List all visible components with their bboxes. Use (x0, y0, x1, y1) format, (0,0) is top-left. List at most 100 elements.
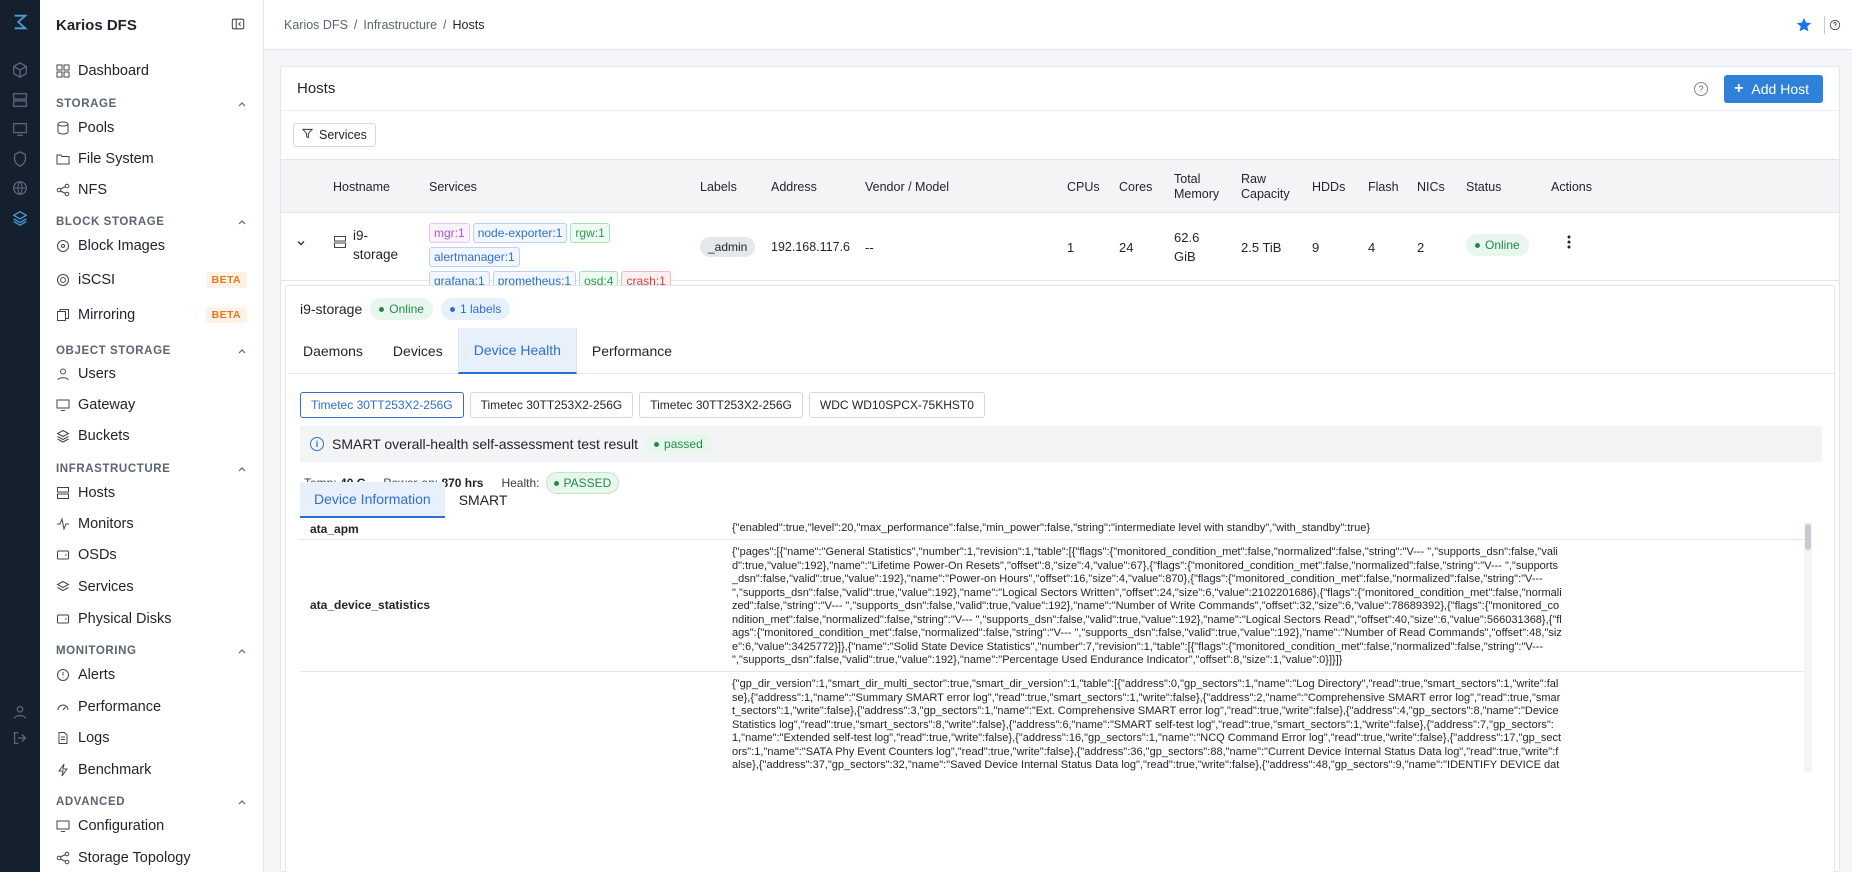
col-labels[interactable]: Labels (700, 180, 737, 195)
logout-icon[interactable] (10, 728, 30, 748)
sidebar-item-users[interactable]: Users (56, 362, 247, 386)
sidebar-item-buckets[interactable]: Buckets (56, 424, 247, 448)
passed-label: passed (664, 437, 703, 451)
table-row[interactable]: i9- storage mgr:1 node-exporter:1 rgw:1 aler… (281, 213, 1839, 291)
globe-icon[interactable] (10, 178, 30, 198)
detail-status-badge: Online (370, 298, 433, 320)
sidebar-item-physical-disks[interactable]: Physical Disks (56, 607, 247, 631)
hostname-line: i9- (353, 228, 369, 243)
cpus-cell: 1 (1067, 240, 1075, 255)
sidebar-item-label: Mirroring (78, 307, 136, 323)
breadcrumb-separator: / (353, 17, 358, 32)
app-title: Karios DFS (56, 16, 137, 34)
col-vendor[interactable]: Vendor / Model (865, 180, 949, 195)
cube-icon[interactable] (10, 60, 30, 80)
kv-key: ata_apm (310, 522, 359, 536)
section-infrastructure[interactable]: INFRASTRUCTURE (56, 461, 247, 477)
sidebar-item-configuration[interactable]: Configuration (56, 814, 247, 838)
sidebar-item-label: Dashboard (78, 63, 149, 79)
device-button[interactable]: Timetec 30TT253X2-256G (639, 392, 803, 418)
sidebar-item-file-system[interactable]: File System (56, 147, 247, 171)
sidebar-item-mirroring[interactable]: Mirroring BETA (56, 303, 247, 327)
breadcrumb-infrastructure[interactable]: Infrastructure (363, 18, 437, 32)
shield-icon[interactable] (10, 149, 30, 169)
more-vertical-icon[interactable] (1566, 234, 1572, 253)
collapse-sidebar-icon[interactable] (231, 17, 247, 33)
server-icon[interactable] (10, 90, 30, 110)
sidebar-item-benchmark[interactable]: Benchmark (56, 758, 247, 782)
user-icon[interactable] (10, 702, 30, 722)
col-cores[interactable]: Cores (1119, 180, 1152, 195)
sidebar-item-nfs[interactable]: NFS (56, 178, 247, 202)
sidebar-item-block-images[interactable]: Block Images (56, 234, 247, 258)
sidebar-item-performance[interactable]: Performance (56, 695, 247, 719)
col-services[interactable]: Services (429, 180, 477, 195)
chevron-up-icon (237, 217, 247, 227)
info-icon: i (310, 437, 324, 451)
alert-circle-icon (56, 668, 70, 682)
scrollbar-thumb[interactable] (1805, 524, 1811, 550)
chevron-down-icon[interactable] (295, 237, 307, 252)
layers-icon[interactable] (10, 208, 30, 228)
hostname-cell[interactable]: i9- storage (353, 226, 398, 264)
sidebar-item-monitors[interactable]: Monitors (56, 512, 247, 536)
col-hdds[interactable]: HDDs (1312, 180, 1345, 195)
col-cpus[interactable]: CPUs (1067, 180, 1100, 195)
section-advanced[interactable]: ADVANCED (56, 794, 247, 810)
sidebar-item-services[interactable]: Services (56, 575, 247, 599)
tab-device-health[interactable]: Device Health (457, 328, 577, 374)
sidebar-item-label: Benchmark (78, 762, 152, 778)
section-object-storage[interactable]: OBJECT STORAGE (56, 343, 247, 359)
tab-device-information[interactable]: Device Information (300, 482, 445, 518)
device-button[interactable]: WDC WD10SPCX-75KHST0 (808, 392, 985, 418)
sidebar-item-storage-topology[interactable]: Storage Topology (56, 846, 247, 870)
memory-line: GiB (1174, 249, 1196, 264)
help-icon[interactable] (1824, 15, 1842, 34)
sidebar-item-hosts[interactable]: Hosts (56, 481, 247, 505)
sidebar-item-logs[interactable]: Logs (56, 726, 247, 750)
breadcrumb-root[interactable]: Karios DFS (284, 18, 348, 32)
section-monitoring[interactable]: MONITORING (56, 643, 247, 659)
col-status[interactable]: Status (1466, 180, 1501, 195)
services-filter-button[interactable]: Services (293, 123, 376, 147)
logo-icon (10, 12, 30, 32)
scrollbar[interactable] (1804, 522, 1812, 772)
device-info-table: ata_apm {"enabled":true,"level":20,"max_… (300, 518, 1812, 772)
col-flash[interactable]: Flash (1368, 180, 1399, 195)
add-host-button[interactable]: + Add Host (1724, 74, 1823, 103)
labels-dot (449, 306, 455, 312)
section-block-storage[interactable]: BLOCK STORAGE (56, 214, 247, 230)
tab-performance[interactable]: Performance (577, 328, 687, 374)
layers-icon (56, 429, 70, 443)
chevron-up-icon (237, 346, 247, 356)
sidebar-item-dashboard[interactable]: Dashboard (56, 59, 247, 83)
tab-devices[interactable]: Devices (378, 328, 458, 374)
chevron-up-icon (237, 464, 247, 474)
monitor-icon (56, 398, 70, 412)
tab-daemons[interactable]: Daemons (288, 328, 378, 374)
sidebar-item-osds[interactable]: OSDs (56, 543, 247, 567)
kv-key: ata_device_statistics (310, 598, 431, 612)
kv-value: {"gp_dir_version":1,"smart_dir_multi_sec… (732, 678, 1562, 771)
star-icon[interactable] (1796, 17, 1812, 33)
page-title: Hosts (297, 80, 336, 97)
col-hostname[interactable]: Hostname (333, 180, 390, 195)
sidebar-item-gateway[interactable]: Gateway (56, 393, 247, 417)
tab-smart[interactable]: SMART (445, 482, 522, 518)
smart-result-text: SMART overall-health self-assessment tes… (332, 436, 639, 452)
col-nics[interactable]: NICs (1417, 180, 1445, 195)
device-button[interactable]: Timetec 30TT253X2-256G (469, 392, 634, 418)
sidebar-item-label: Buckets (78, 428, 130, 444)
col-raw-capacity[interactable]: Raw Capacity (1241, 172, 1290, 202)
sidebar-item-label: Hosts (78, 485, 116, 501)
sidebar-item-iscsi[interactable]: iSCSI BETA (56, 268, 247, 292)
sidebar-item-pools[interactable]: Pools (56, 116, 247, 140)
help-circle-icon[interactable]: ? (1694, 81, 1709, 96)
monitor-icon[interactable] (10, 119, 30, 139)
device-button[interactable]: Timetec 30TT253X2-256G (300, 392, 464, 418)
detail-labels-badge[interactable]: 1 labels (440, 298, 511, 320)
col-address[interactable]: Address (771, 180, 817, 195)
col-total-memory[interactable]: Total Memory (1174, 172, 1219, 202)
section-storage[interactable]: STORAGE (56, 96, 247, 112)
sidebar-item-alerts[interactable]: Alerts (56, 663, 247, 687)
